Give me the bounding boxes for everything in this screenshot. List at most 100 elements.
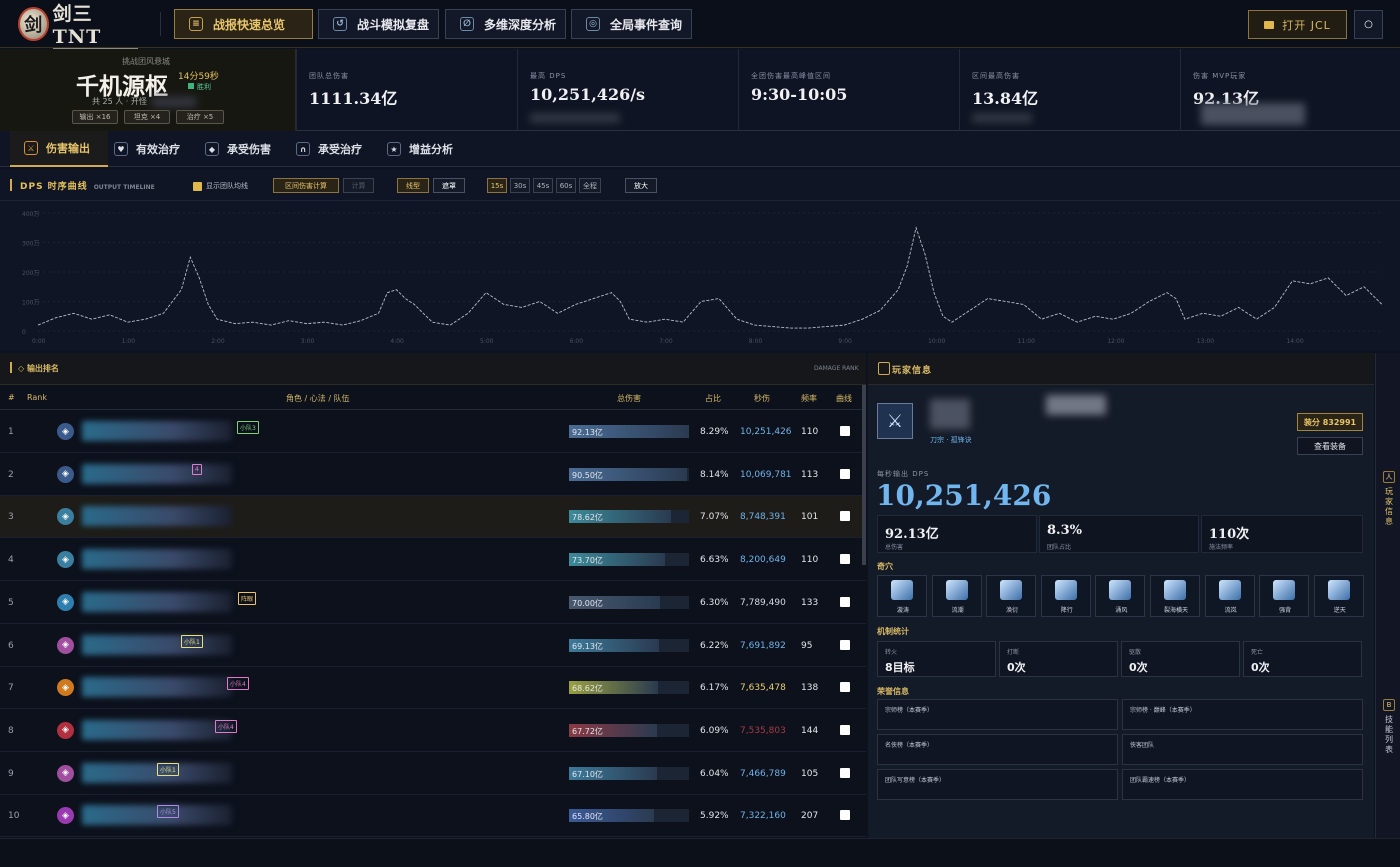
stat-value: 10,251,426/s [530,85,646,104]
qixue-item[interactable]: 涣衍 [986,575,1037,617]
table-row[interactable]: 5 ◈ 阵眼 70.00亿 6.30% 7,789,490 133 [0,582,866,624]
curve-checkbox[interactable] [840,767,850,778]
team-tag: 4 [192,463,202,475]
open-jcl-button[interactable]: 打开 JCL [1248,10,1347,39]
x-tick-label: 7:00 [659,338,673,345]
mini-value: 110次 [1209,527,1250,542]
tank-count-pill: 坦克 ×4 [124,110,170,124]
table-row[interactable]: 2 ◈ 4 90.50亿 8.14% 10,069,781 113 [0,454,866,496]
tab-damage[interactable]: ⚔ 伤害输出 [10,131,108,167]
curve-checkbox[interactable] [840,639,850,650]
rank-number: 10 [8,811,20,822]
qixue-item[interactable]: 流岚 [1204,575,1255,617]
window-30s[interactable]: 30s [510,178,530,193]
redacted-text [152,97,196,107]
tab-label: 增益分析 [409,143,453,156]
settings-circle-button[interactable]: ○ [1354,10,1383,39]
x-tick-label: 13:00 [1197,338,1214,345]
nav-query[interactable]: ◎ 全局事件查询 [571,9,692,39]
window-all[interactable]: 全程 [579,178,601,193]
redacted-player-name [82,506,232,527]
window-45s[interactable]: 45s [533,178,553,193]
curve-checkbox[interactable] [840,682,850,693]
tab-heal[interactable]: ♥ 有效治疗 [114,131,204,167]
damage-share: 8.29% [700,427,729,437]
metric-tabs: ⚔ 伤害输出 ♥ 有效治疗 ◆ 承受伤害 ∩ 承受治疗 ★ 增益分析 [0,131,1400,167]
dps-title-text: DPS 时序曲线 [20,182,88,192]
curve-checkbox[interactable] [840,596,850,607]
divider [160,12,161,36]
show-avg-toggle[interactable]: 显示团队均线 [193,181,248,191]
app-logo[interactable]: 剑 剑三 TNT [18,3,138,49]
tab-damage-taken[interactable]: ◆ 承受伤害 [205,131,295,167]
player-dps: 10,251,426 [876,479,1052,512]
mech-card: 转火 8目标 [877,641,996,677]
curve-checkbox[interactable] [840,511,850,522]
calc-button[interactable]: 计算 [343,178,374,193]
dps-chart[interactable]: 0 100万 200万 300万 400万 0:00 1:00 2:00 3:00 4:00 5:0… [0,209,1400,351]
row-dps: 7,466,789 [740,768,786,779]
school-icon: ◈ [57,679,74,697]
mech-title: 机制统计 [877,627,909,636]
raid-size: 共 25 人 · 开怪 [92,97,147,106]
curve-checkbox[interactable] [840,724,850,735]
qixue-item[interactable]: 逆天 [1313,575,1364,617]
qixue-item[interactable]: 裂海横天 [1150,575,1200,617]
table-row[interactable]: 6 ◈ 小队1 69.13亿 6.22% 7,691,892 95 [0,625,866,667]
qixue-item[interactable]: 强背 [1259,575,1310,617]
talent-icon [945,580,968,600]
redacted-text [530,113,620,123]
range-calc-button[interactable]: 区间伤害计算 [273,178,339,193]
curve-checkbox[interactable] [840,426,850,436]
qixue-item[interactable]: 降行 [1040,575,1091,617]
team-tag: 小队1 [157,762,179,776]
view-gear-button[interactable]: 查看装备 [1297,437,1363,455]
rank-scrollbar[interactable] [862,385,866,565]
table-row[interactable]: 7 ◈ 小队4 68.62亿 6.17% 7,635,478 138 [0,667,866,710]
table-row[interactable]: 8 ◈ 小队4 67.72亿 6.09% 7,535,803 144 [0,710,866,752]
qixue-item[interactable]: 漩涛 [877,575,927,617]
curve-checkbox[interactable] [840,468,850,479]
tab-buff[interactable]: ★ 增益分析 [387,131,477,167]
total-damage: 69.13亿 [572,641,603,651]
mask-button[interactable]: 遮罩 [433,178,465,193]
side-tab-player-info[interactable]: 人玩家信息 [1382,471,1396,527]
redacted-player-name [82,463,232,484]
table-row[interactable]: 10 ◈ 小队5 65.80亿 5.92% 7,322,160 207 [0,795,866,838]
table-row[interactable]: 4 ◈ 73.70亿 6.63% 8,200,649 110 [0,539,866,582]
redacted-name [930,399,970,429]
side-tab-skills[interactable]: B 技能列表 [1382,699,1396,755]
qixue-name: 逆天 [1333,607,1346,614]
damage-bar: 65.80亿 [569,809,689,823]
table-row[interactable]: 9 ◈ 小队1 67.10亿 6.04% 7,466,789 105 [0,753,866,795]
rank-number: 1 [8,427,14,437]
total-damage: 73.70亿 [572,556,603,566]
zoom-button[interactable]: 放大 [625,178,657,193]
qixue-item[interactable]: 涌风 [1095,575,1146,617]
x-tick-label: 9:00 [838,338,852,345]
line-type-button[interactable]: 线型 [397,178,429,193]
table-row[interactable]: 1 ◈ 小队3 92.13亿 8.29% 10,251,426 110 [0,411,866,453]
team-tag: 阵眼 [238,591,257,605]
nav-overview[interactable]: ≡ 战报快速总览 [174,9,313,39]
mech-label: 打断 [1007,649,1020,656]
tab-heal-taken[interactable]: ∩ 承受治疗 [296,131,386,167]
cast-frequency: 113 [801,469,819,480]
curve-checkbox[interactable] [840,554,850,565]
window-60s[interactable]: 60s [556,178,576,193]
stat-peak-window: 全团伤害最高峰值区间 9:30-10:05 [738,49,959,131]
y-tick-label: 0 [22,329,26,336]
honor-card: 宗师榜 · 巅峰（本赛季） [1122,699,1363,730]
stat-label: 最高 DPS [530,72,567,80]
mini-stat-total: 92.13亿 总伤害 [877,515,1037,553]
nav-analysis[interactable]: ∅ 多维深度分析 [445,9,566,39]
nav-replay[interactable]: ↺ 战斗模拟复盘 [318,9,439,39]
qixue-item[interactable]: 流潮 [931,575,982,617]
boss-subtitle: 挑战团风悬城 [122,57,170,66]
cast-frequency: 101 [801,512,819,523]
window-15s[interactable]: 15s [487,178,507,193]
curve-checkbox[interactable] [840,810,850,821]
x-tick-label: 8:00 [749,338,763,345]
table-row[interactable]: 3 ◈ 78.62亿 7.07% 8,748,391 101 [0,496,866,539]
player-school: 刀宗 · 孤锋诀 [930,436,972,444]
